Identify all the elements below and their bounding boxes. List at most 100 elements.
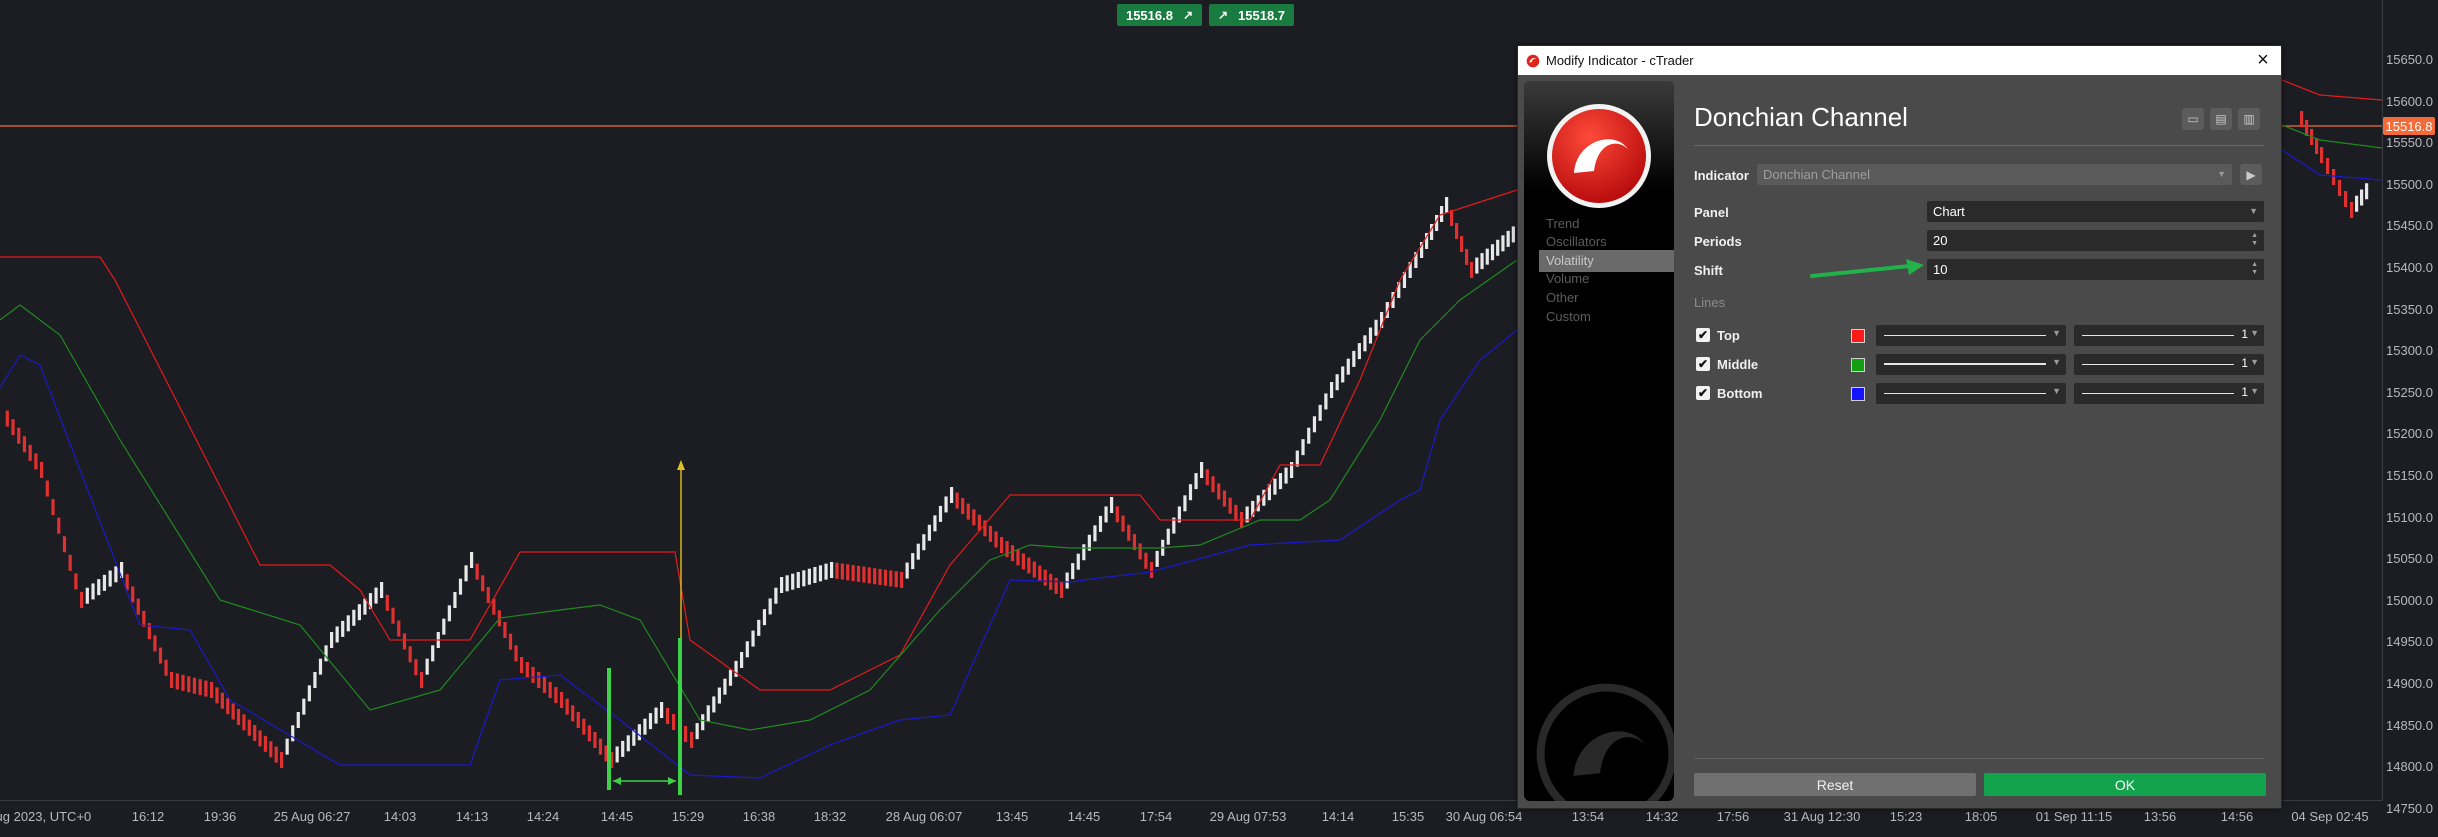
renko-brick: [2338, 180, 2342, 196]
renko-brick: [695, 723, 699, 740]
price-tick-label: 15650.0: [2386, 52, 2433, 67]
renko-brick: [615, 746, 619, 763]
sell-price: 15516.8: [1125, 7, 1173, 23]
renko-brick: [307, 685, 311, 702]
renko-brick: [938, 505, 943, 522]
middle-style-select[interactable]: ▼: [1876, 354, 2066, 375]
renko-brick: [236, 708, 241, 725]
renko-brick: [136, 598, 140, 615]
trash-icon[interactable]: ▥: [2238, 108, 2260, 130]
renko-brick: [554, 687, 558, 703]
renko-brick: [1016, 549, 1020, 566]
renko-brick: [660, 702, 664, 718]
category-custom[interactable]: Custom: [1546, 306, 1674, 328]
line-style-preview: [1884, 393, 2046, 394]
renko-brick: [198, 679, 202, 696]
time-tick-label: 14:24: [526, 809, 560, 824]
renko-brick: [108, 570, 112, 587]
renko-brick: [560, 692, 564, 708]
dialog-titlebar[interactable]: Modify Indicator - cTrader ×: [1518, 46, 2281, 75]
top-style-select[interactable]: ▼: [1876, 325, 2066, 346]
shift-input[interactable]: 10 ▲ ▼: [1927, 259, 2264, 280]
time-tick-label: 13:54: [1571, 809, 1605, 824]
renko-brick: [431, 645, 435, 662]
lines-section-label: Lines: [1694, 295, 1726, 310]
bottom-thickness-select[interactable]: 1 ▼: [2074, 383, 2264, 404]
renko-brick: [74, 573, 78, 590]
time-tick-label: 13:45: [995, 809, 1029, 824]
reset-button[interactable]: Reset: [1694, 773, 1976, 796]
renko-brick: [1144, 552, 1148, 569]
top-line-checkbox[interactable]: ✔: [1696, 328, 1710, 342]
indicator-label: Indicator: [1694, 168, 1749, 183]
renko-brick: [296, 712, 300, 728]
line-thickness-preview: [2082, 393, 2234, 394]
middle-thickness-select[interactable]: 1 ▼: [2074, 354, 2264, 375]
price-tick-label: 15450.0: [2386, 218, 2433, 234]
spinner-icon[interactable]: ▲ ▼: [2251, 261, 2258, 277]
bottom-color-swatch[interactable]: [1851, 387, 1865, 401]
middle-line-checkbox[interactable]: ✔: [1696, 357, 1710, 371]
top-color-swatch[interactable]: [1851, 329, 1865, 343]
image-icon[interactable]: ▭: [2182, 108, 2204, 130]
renko-brick: [1127, 524, 1131, 541]
middle-color-swatch[interactable]: [1851, 358, 1865, 372]
video-icon[interactable]: ▶: [2240, 164, 2262, 185]
renko-brick: [796, 572, 800, 588]
renko-brick: [1501, 235, 1505, 252]
renko-brick: [1278, 473, 1283, 490]
indicator-select-value: Donchian Channel: [1763, 167, 1870, 182]
periods-input[interactable]: 20 ▲ ▼: [1927, 230, 2264, 251]
spinner-icon[interactable]: ▲ ▼: [2251, 232, 2258, 248]
renko-brick: [1480, 253, 1484, 270]
renko-brick: [1183, 495, 1187, 512]
chevron-down-icon: ▼: [2249, 206, 2258, 216]
periods-label: Periods: [1694, 234, 1742, 249]
buy-quick-trade-button[interactable]: ↗ 15518.7: [1209, 4, 1294, 26]
renko-brick: [57, 517, 61, 534]
thickness-value: 1: [2241, 356, 2248, 370]
renko-brick: [397, 620, 401, 637]
renko-brick: [1000, 537, 1004, 553]
renko-brick: [352, 609, 356, 626]
close-button[interactable]: ×: [2253, 49, 2273, 71]
top-thickness-select[interactable]: 1 ▼: [2074, 325, 2264, 346]
bottom-line-checkbox[interactable]: ✔: [1696, 386, 1710, 400]
renko-brick: [757, 619, 761, 636]
renko-brick: [734, 660, 738, 677]
price-tick-label: 14900.0: [2386, 676, 2433, 691]
time-tick-label: 15:29: [671, 809, 705, 824]
indicator-select[interactable]: Donchian Channel ▼: [1757, 164, 2232, 185]
renko-brick: [911, 553, 915, 570]
panel-select[interactable]: Chart ▼: [1927, 201, 2264, 222]
renko-brick: [537, 672, 541, 688]
renko-brick: [637, 724, 641, 741]
renko-brick: [966, 503, 970, 520]
save-icon[interactable]: ▤: [2210, 108, 2232, 130]
renko-brick: [442, 618, 446, 635]
middle-channel-line: [2281, 124, 2383, 149]
renko-brick: [313, 672, 317, 688]
renko-brick: [181, 674, 185, 691]
sell-quick-trade-button[interactable]: 15516.8 ↗: [1117, 4, 1202, 26]
renko-brick: [226, 698, 230, 715]
renko-brick: [889, 570, 893, 587]
renko-brick: [1368, 327, 1373, 344]
ok-button[interactable]: OK: [1984, 773, 2266, 796]
renko-brick: [1098, 515, 1103, 532]
time-tick-label: 18:05: [1964, 809, 1998, 824]
renko-brick: [62, 536, 67, 553]
bottom-style-select[interactable]: ▼: [1876, 383, 2066, 404]
title-separator: [1694, 145, 2264, 146]
renko-brick: [153, 635, 157, 652]
renko-brick: [1021, 553, 1026, 570]
renko-brick: [1352, 350, 1356, 367]
shift-value: 10: [1933, 262, 1948, 277]
price-tick-label: 15500.0: [2386, 176, 2433, 192]
time-tick-label: 4 Aug 2023, UTC+0: [0, 809, 92, 824]
renko-brick: [835, 562, 839, 579]
middle-channel-line: [0, 259, 1518, 731]
renko-brick: [34, 453, 38, 470]
time-tick-label: 18:32: [813, 809, 847, 824]
renko-brick: [1460, 236, 1464, 252]
